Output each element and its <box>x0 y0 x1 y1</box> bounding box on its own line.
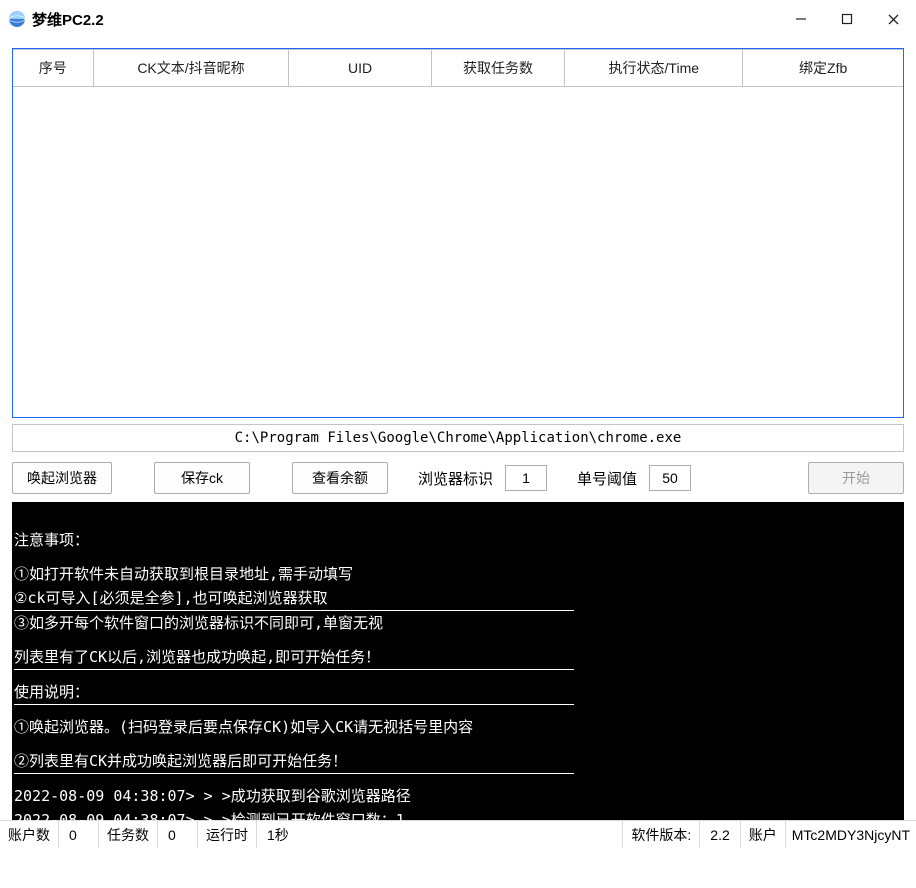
wake-browser-button[interactable]: 唤起浏览器 <box>12 462 112 494</box>
check-balance-button[interactable]: 查看余额 <box>292 462 388 494</box>
col-exec-status[interactable]: 执行状态/Time <box>565 50 743 87</box>
status-account-count-label: 账户数 <box>0 821 59 848</box>
window-title: 梦维PC2.2 <box>32 9 104 30</box>
save-ck-button[interactable]: 保存ck <box>154 462 250 494</box>
col-uid[interactable]: UID <box>289 50 431 87</box>
log-line: 使用说明： <box>14 683 89 701</box>
col-bind-zfb[interactable]: 绑定Zfb <box>743 50 903 87</box>
status-runtime: 1秒 <box>257 821 623 848</box>
log-line: ②ck可导入[必须是全参],也可唤起浏览器获取 <box>14 589 328 607</box>
status-version: 2.2 <box>700 821 740 848</box>
controls-row: 唤起浏览器 保存ck 查看余额 浏览器标识 单号阈值 开始 <box>12 462 904 494</box>
browser-tag-label: 浏览器标识 <box>418 468 493 489</box>
log-line: ②列表里有CK并成功唤起浏览器后即可开始任务！ <box>14 752 347 770</box>
app-icon <box>8 10 26 28</box>
col-ck-nickname[interactable]: CK文本/抖音昵称 <box>93 50 289 87</box>
log-line: ①如打开软件未自动获取到根目录地址,需手动填写 <box>14 565 353 583</box>
log-line: 注意事项： <box>14 531 89 549</box>
status-bar: 账户数 0 任务数 0 运行时 1秒 软件版本: 2.2 账户 MTc2MDY3… <box>0 820 916 848</box>
status-version-label: 软件版本: <box>623 821 700 848</box>
col-task-count[interactable]: 获取任务数 <box>431 50 565 87</box>
status-task-count-label: 任务数 <box>99 821 158 848</box>
threshold-input[interactable] <box>649 465 691 491</box>
close-button[interactable] <box>870 3 916 35</box>
status-account-label: 账户 <box>741 821 786 848</box>
log-line: ③如多开每个软件窗口的浏览器标识不同即可,单窗无视 <box>14 614 383 632</box>
status-task-count: 0 <box>158 821 198 848</box>
log-console[interactable]: 注意事项： ①如打开软件未自动获取到根目录地址,需手动填写 ②ck可导入[必须是… <box>12 502 904 820</box>
start-button[interactable]: 开始 <box>808 462 904 494</box>
log-line: ①唤起浏览器。(扫码登录后要点保存CK)如导入CK请无视括号里内容 <box>14 718 473 736</box>
titlebar: 梦维PC2.2 <box>0 0 916 38</box>
col-index[interactable]: 序号 <box>13 50 93 87</box>
status-account-count: 0 <box>59 821 99 848</box>
chrome-path-input[interactable]: C:\Program Files\Google\Chrome\Applicati… <box>12 424 904 452</box>
log-line: 2022-08-09 04:38:07> > >成功获取到谷歌浏览器路径 <box>14 787 411 805</box>
minimize-button[interactable] <box>778 3 824 35</box>
maximize-button[interactable] <box>824 3 870 35</box>
status-runtime-label: 运行时 <box>198 821 257 848</box>
log-line: 列表里有了CK以后,浏览器也成功唤起,即可开始任务！ <box>14 648 380 666</box>
threshold-label: 单号阈值 <box>577 468 637 489</box>
data-table[interactable]: 序号 CK文本/抖音昵称 UID 获取任务数 执行状态/Time 绑定Zfb <box>12 48 904 418</box>
browser-tag-input[interactable] <box>505 465 547 491</box>
status-account-id: MTc2MDY3NjcyNT <box>786 827 916 843</box>
